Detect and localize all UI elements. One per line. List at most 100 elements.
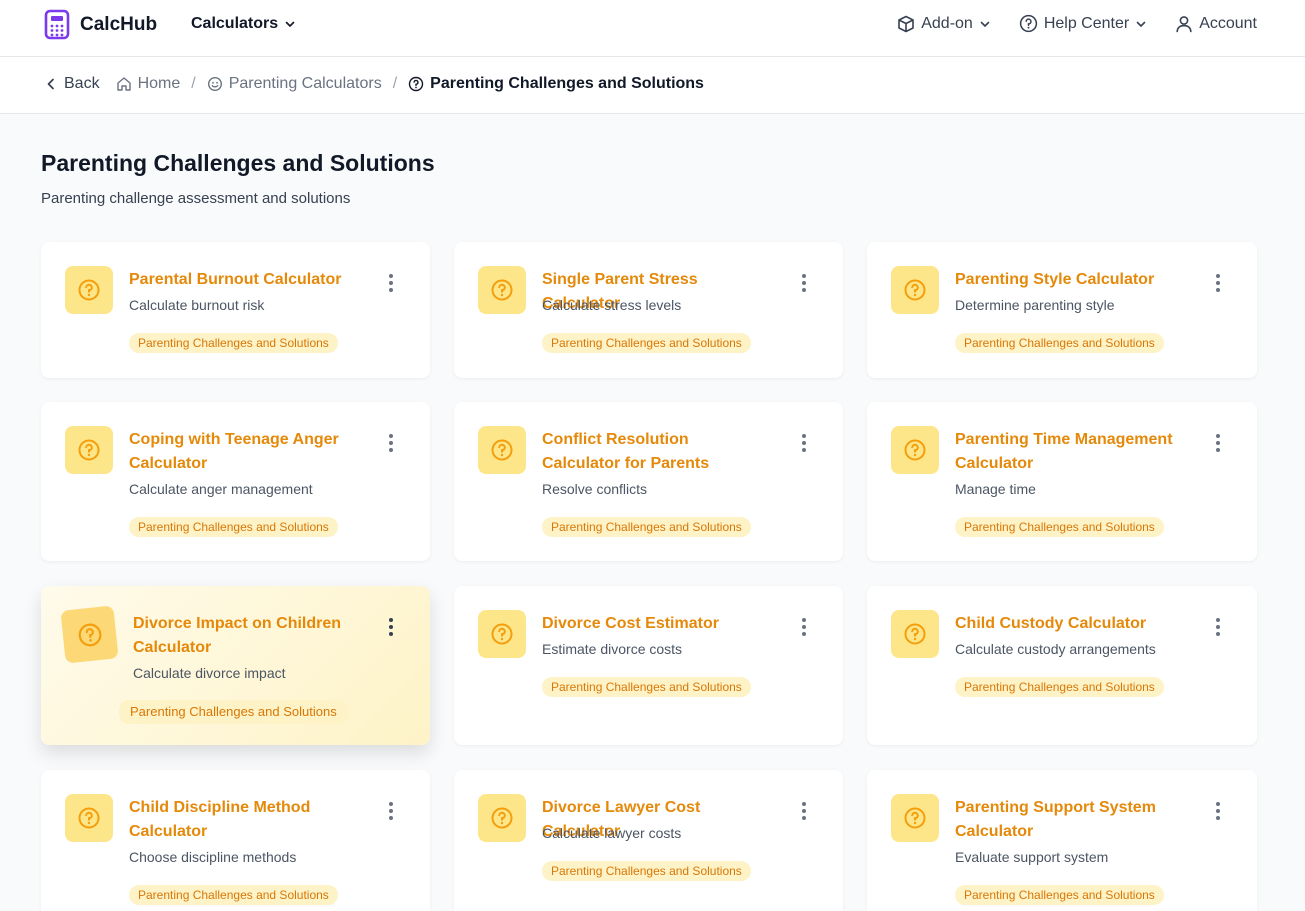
category-tag: Parenting Challenges and Solutions [542, 333, 751, 353]
card-description: Calculate lawyer costs [542, 825, 682, 841]
page-title: Parenting Challenges and Solutions [41, 150, 435, 176]
chevron-left-icon [47, 78, 54, 90]
card-title[interactable]: Parental Burnout Calculator [129, 268, 354, 292]
breadcrumb-home-label: Home [137, 75, 181, 92]
calculator-card[interactable]: Coping with Teenage Anger Calculator Cal… [41, 402, 430, 561]
breadcrumb-category[interactable]: Parenting Calculators [207, 75, 382, 93]
help-circle-icon [408, 76, 424, 92]
breadcrumb: Back Home / Parenting Calculators / Pare… [44, 75, 704, 93]
category-tag: Parenting Challenges and Solutions [542, 677, 751, 697]
card-description: Calculate custody arrangements [955, 641, 1156, 657]
calculator-card[interactable]: Parental Burnout Calculator Calculate bu… [41, 242, 430, 378]
user-icon [1176, 15, 1192, 32]
calculator-card[interactable]: Divorce Lawyer Cost Calculator Calculate… [454, 770, 843, 911]
more-vertical-icon[interactable] [1215, 274, 1221, 292]
question-circle-icon [891, 610, 939, 658]
calculators-menu-label: Calculators [191, 15, 279, 32]
card-description: Calculate burnout risk [129, 297, 265, 313]
more-vertical-icon[interactable] [1215, 618, 1221, 636]
help-center-menu[interactable]: Help Center [1019, 14, 1147, 33]
calculator-card[interactable]: Divorce Cost Estimator Estimate divorce … [454, 586, 843, 745]
page-subtitle: Parenting challenge assessment and solut… [41, 190, 351, 207]
breadcrumb-current: Parenting Challenges and Solutions [408, 75, 704, 93]
more-vertical-icon[interactable] [801, 434, 807, 452]
card-title[interactable]: Parenting Style Calculator [955, 268, 1180, 292]
card-title[interactable]: Child Discipline Method Calculator [129, 796, 354, 844]
breadcrumb-bar: Back Home / Parenting Calculators / Pare… [0, 57, 1305, 114]
more-vertical-icon[interactable] [801, 274, 807, 292]
chevron-down-icon [1136, 21, 1146, 27]
category-tag: Parenting Challenges and Solutions [542, 861, 751, 881]
question-circle-icon [478, 794, 526, 842]
breadcrumb-separator: / [392, 75, 398, 92]
category-tag: Parenting Challenges and Solutions [955, 517, 1164, 537]
chevron-down-icon [980, 21, 990, 27]
card-title[interactable]: Divorce Impact on Children Calculator [133, 612, 358, 660]
card-title[interactable]: Child Custody Calculator [955, 612, 1180, 636]
category-tag: Parenting Challenges and Solutions [119, 700, 348, 724]
calculator-card[interactable]: Parenting Style Calculator Determine par… [867, 242, 1257, 378]
addon-menu[interactable]: Add-on [897, 15, 991, 33]
category-tag: Parenting Challenges and Solutions [129, 517, 338, 537]
card-title[interactable]: Coping with Teenage Anger Calculator [129, 428, 354, 476]
card-description: Resolve conflicts [542, 481, 648, 497]
more-vertical-icon[interactable] [1215, 434, 1221, 452]
smile-icon [207, 76, 222, 92]
breadcrumb-current-label: Parenting Challenges and Solutions [430, 75, 704, 92]
back-link[interactable]: Back [44, 75, 100, 93]
category-tag: Parenting Challenges and Solutions [955, 677, 1164, 697]
more-vertical-icon[interactable] [1215, 802, 1221, 820]
more-vertical-icon[interactable] [388, 618, 394, 636]
logo[interactable]: CalcHub [44, 9, 157, 40]
question-circle-icon [478, 266, 526, 314]
question-circle-icon [478, 426, 526, 474]
calculator-card[interactable]: Child Discipline Method Calculator Choos… [41, 770, 430, 911]
card-description: Calculate stress levels [542, 297, 682, 313]
question-circle-icon [478, 610, 526, 658]
question-circle-icon [65, 426, 113, 474]
calculator-card[interactable]: Parenting Support System Calculator Eval… [867, 770, 1257, 911]
calculator-card[interactable]: Child Custody Calculator Calculate custo… [867, 586, 1257, 745]
chevron-down-icon [285, 21, 295, 27]
card-description: Estimate divorce costs [542, 641, 683, 657]
question-circle-icon [65, 266, 113, 314]
category-tag: Parenting Challenges and Solutions [129, 333, 338, 353]
category-tag: Parenting Challenges and Solutions [129, 885, 338, 905]
account-menu[interactable]: Account [1175, 15, 1257, 33]
breadcrumb-category-label: Parenting Calculators [228, 75, 382, 92]
help-center-label: Help Center [1043, 14, 1130, 32]
calculator-card[interactable]: Single Parent Stress Calculator Calculat… [454, 242, 843, 378]
question-circle-icon [60, 605, 119, 664]
question-circle-icon [891, 266, 939, 314]
more-vertical-icon[interactable] [388, 274, 394, 292]
calculator-icon [44, 9, 70, 40]
cube-icon [898, 15, 915, 32]
category-tag: Parenting Challenges and Solutions [542, 517, 751, 537]
card-title[interactable]: Divorce Cost Estimator [542, 612, 767, 636]
more-vertical-icon[interactable] [388, 802, 394, 820]
breadcrumb-separator: / [191, 75, 196, 92]
card-description: Determine parenting style [955, 297, 1115, 313]
breadcrumb-home[interactable]: Home [116, 75, 181, 93]
question-circle-icon [65, 794, 113, 842]
category-tag: Parenting Challenges and Solutions [955, 885, 1164, 905]
card-title[interactable]: Parenting Support System Calculator [955, 796, 1180, 844]
app-name: CalcHub [80, 13, 158, 35]
question-circle-icon [891, 794, 939, 842]
calculator-card-hovered[interactable]: Divorce Impact on Children Calculator Ca… [41, 586, 430, 745]
back-label: Back [64, 75, 100, 92]
account-label: Account [1199, 14, 1257, 32]
more-vertical-icon[interactable] [801, 802, 807, 820]
help-circle-icon [1019, 14, 1037, 33]
card-title[interactable]: Conflict Resolution Calculator for Paren… [542, 428, 767, 476]
calculator-card[interactable]: Conflict Resolution Calculator for Paren… [454, 402, 843, 561]
addon-label: Add-on [921, 14, 973, 32]
card-description: Manage time [955, 481, 1036, 497]
card-description: Choose discipline methods [129, 849, 297, 865]
card-description: Evaluate support system [955, 849, 1109, 865]
more-vertical-icon[interactable] [388, 434, 394, 452]
calculator-card[interactable]: Parenting Time Management Calculator Man… [867, 402, 1257, 561]
more-vertical-icon[interactable] [801, 618, 807, 636]
calculators-menu[interactable]: Calculators [191, 15, 296, 33]
card-title[interactable]: Parenting Time Management Calculator [955, 428, 1180, 476]
